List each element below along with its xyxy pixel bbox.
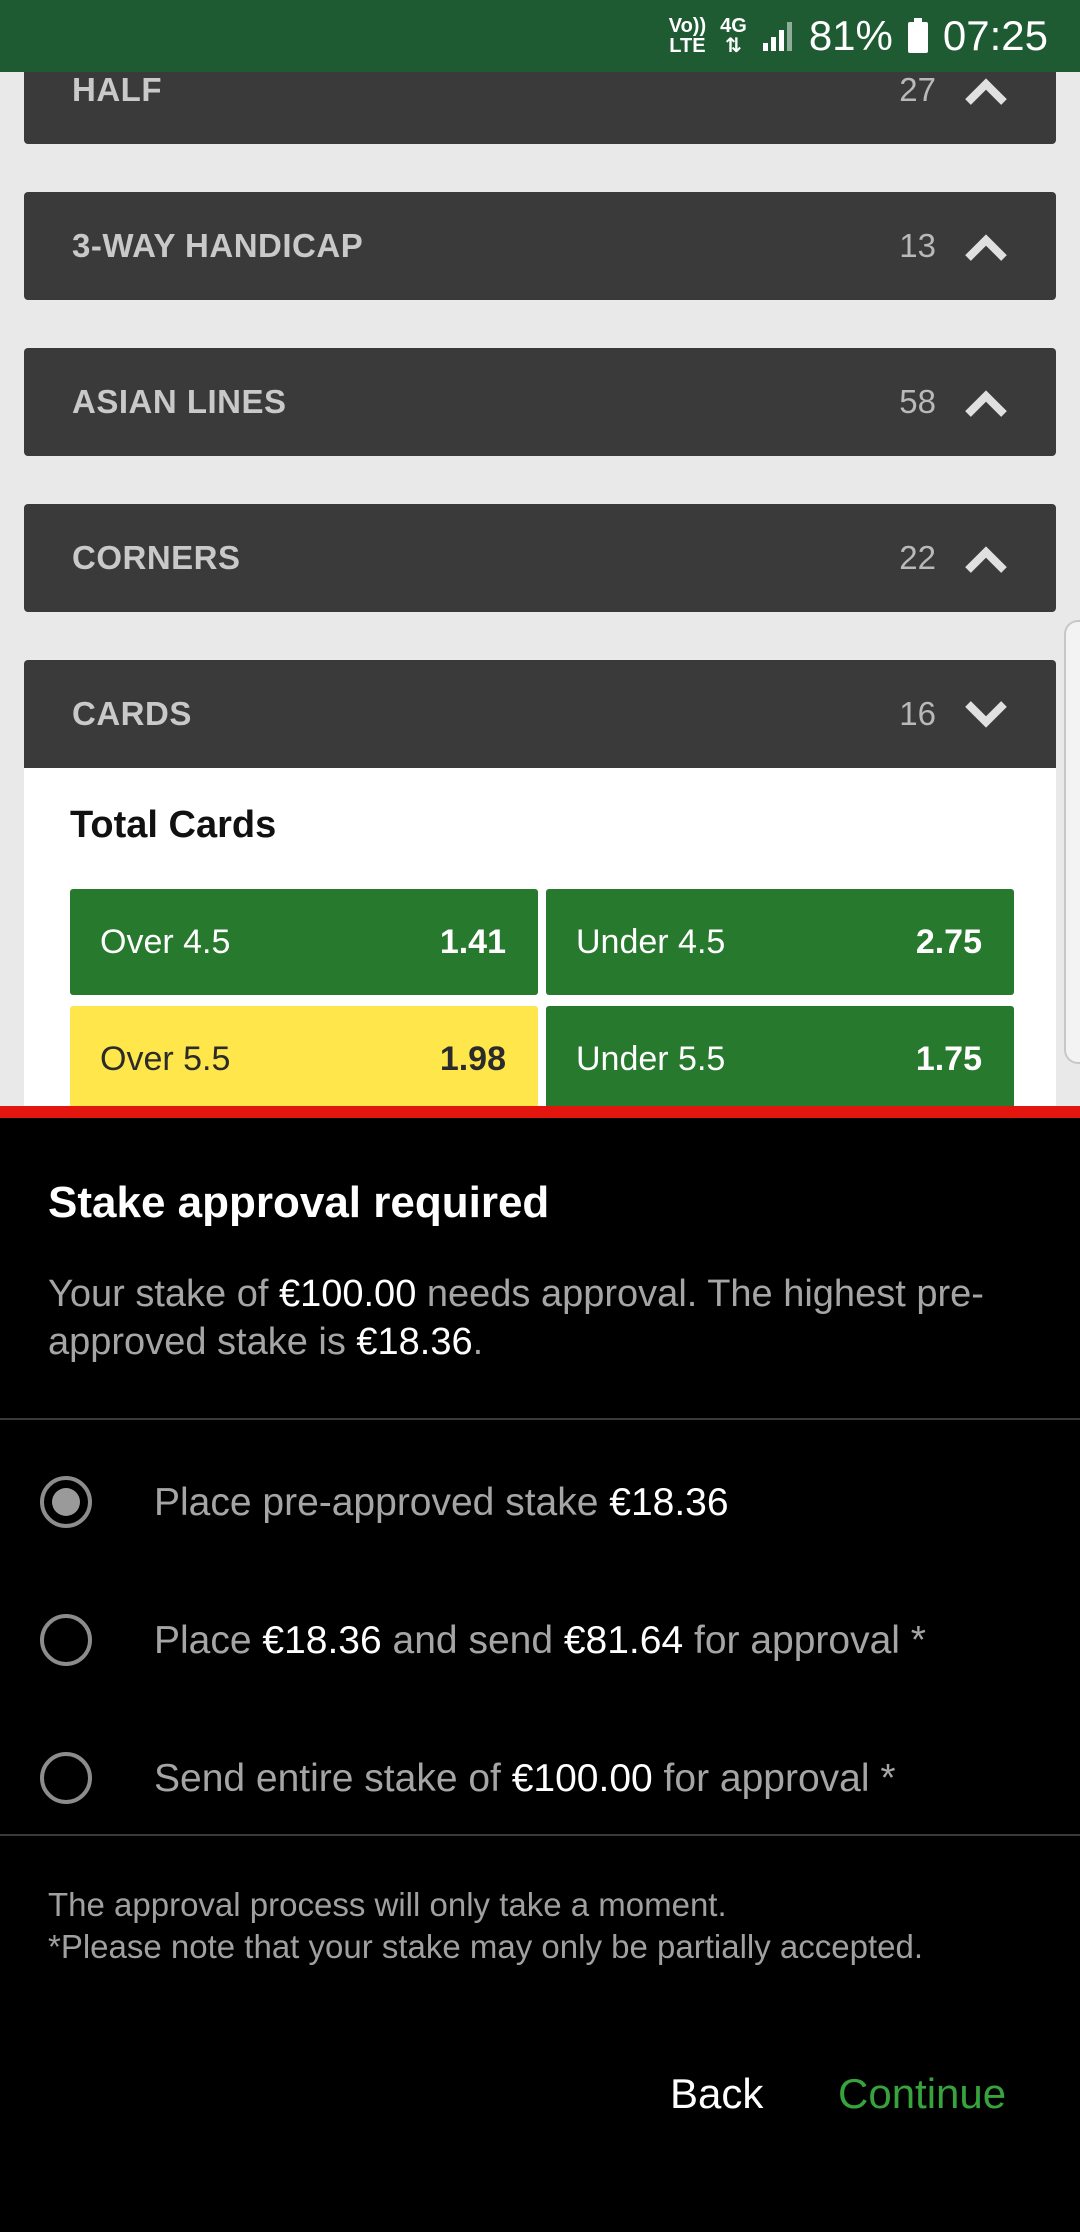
chevron-up-icon	[965, 390, 1007, 417]
market-count: 16	[899, 695, 936, 732]
section-title: Total Cards	[70, 804, 277, 846]
option-pre-approved[interactable]: Place pre-approved stake €18.36	[0, 1450, 1080, 1560]
mobile-data-icon: 4G ⇅	[720, 15, 747, 57]
selection-label: Over 4.5	[100, 923, 231, 961]
market-count: 22	[899, 539, 936, 576]
approval-footnote: The approval process will only take a mo…	[48, 1886, 923, 1965]
chevron-up-icon	[965, 234, 1007, 261]
side-panel-handle[interactable]	[1064, 620, 1080, 1064]
selection-odds: 1.41	[439, 923, 506, 961]
market-name: CARDS	[72, 695, 192, 732]
odds-button-under-5-5[interactable]: Under 5.5 1.75	[546, 1006, 1014, 1112]
market-name: CORNERS	[72, 539, 241, 576]
odds-button-under-4-5[interactable]: Under 4.5 2.75	[546, 889, 1014, 995]
selection-label: Under 4.5	[576, 923, 726, 961]
selection-odds: 1.75	[915, 1040, 982, 1078]
option-partial-approval[interactable]: Place €18.36 and send €81.64 for approva…	[0, 1588, 1080, 1698]
odds-button-over-5-5[interactable]: Over 5.5 1.98	[70, 1006, 538, 1112]
battery-icon	[907, 18, 928, 53]
market-count: 58	[899, 383, 936, 420]
option-label: Place €18.36 and send €81.64 for approva…	[154, 1619, 926, 1662]
divider	[0, 1418, 1080, 1420]
max-stake: €18.36	[356, 1321, 473, 1363]
selection-odds: 1.98	[439, 1040, 506, 1078]
status-bar: Vo)) LTE 4G ⇅ 81% 07:25	[0, 0, 1080, 72]
volte-icon: Vo)) LTE	[668, 15, 707, 57]
clock: 07:25	[942, 12, 1048, 59]
radio-icon[interactable]	[40, 1614, 92, 1666]
requested-stake: €100.00	[278, 1273, 417, 1315]
market-name: 3-WAY HANDICAP	[72, 227, 364, 264]
selection-odds: 2.75	[915, 923, 982, 961]
sheet-title: Stake approval required	[48, 1178, 550, 1227]
status-icons: Vo)) LTE 4G ⇅ 81% 07:25	[669, 0, 1048, 72]
option-label: Send entire stake of €100.00 for approva…	[154, 1757, 896, 1800]
signal-icon	[762, 22, 792, 51]
continue-button[interactable]: Continue	[838, 2070, 1006, 2118]
market-count: 13	[899, 227, 936, 264]
chevron-down-icon	[965, 701, 1007, 728]
market-name: ASIAN LINES	[72, 383, 287, 420]
chevron-up-icon	[965, 546, 1007, 573]
odds-button-over-4-5[interactable]: Over 4.5 1.41	[70, 889, 538, 995]
radio-selected-icon[interactable]	[40, 1476, 92, 1528]
selection-label: Over 5.5	[100, 1040, 231, 1078]
approval-message: Your stake of €100.00 needs approval. Th…	[48, 1273, 984, 1363]
selection-label: Under 5.5	[576, 1040, 726, 1078]
market-header-3-way-handicap[interactable]: 3-WAY HANDICAP 13	[24, 192, 1056, 300]
cards-market-panel: Total Cards Over 4.5 1.41 Under 4.5 2.75…	[24, 768, 1056, 1112]
chevron-up-icon	[965, 78, 1007, 105]
stake-approval-sheet: Stake approval required Your stake of €1…	[0, 1106, 1080, 2232]
back-button[interactable]: Back	[670, 2070, 763, 2118]
battery-percent: 81%	[808, 12, 893, 59]
market-header-asian-lines[interactable]: ASIAN LINES 58	[24, 348, 1056, 456]
market-header-corners[interactable]: CORNERS 22	[24, 504, 1056, 612]
market-header-cards[interactable]: CARDS 16	[24, 660, 1056, 768]
radio-icon[interactable]	[40, 1752, 92, 1804]
option-full-approval[interactable]: Send entire stake of €100.00 for approva…	[0, 1726, 1080, 1836]
divider	[0, 1834, 1080, 1836]
option-label: Place pre-approved stake €18.36	[154, 1481, 729, 1524]
